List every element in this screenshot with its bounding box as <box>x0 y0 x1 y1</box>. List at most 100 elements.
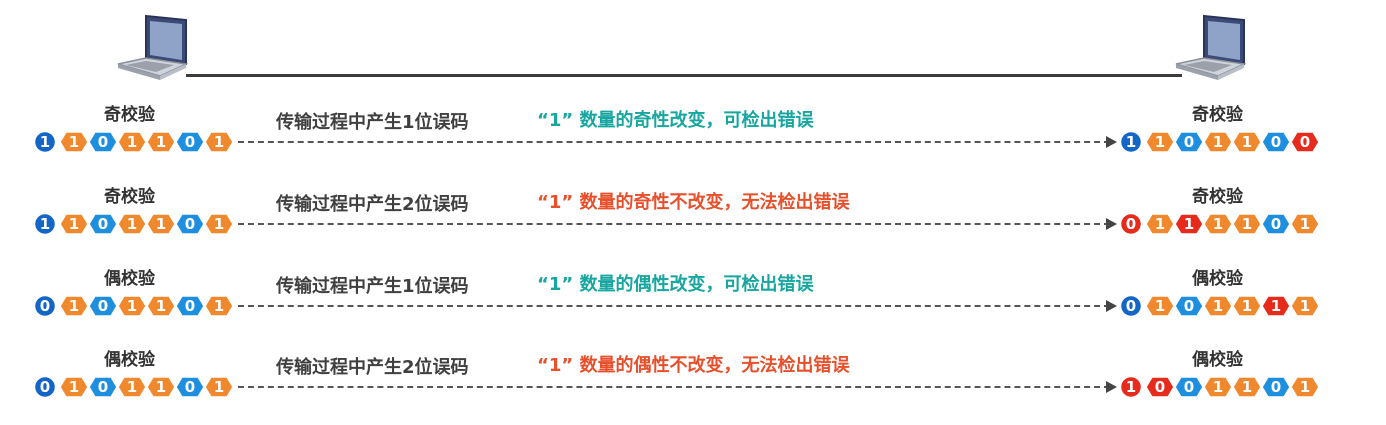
data-bit: 0 <box>88 295 118 317</box>
arrowhead-icon <box>1106 381 1117 393</box>
bit-value: 1 <box>126 297 138 315</box>
bit-value: 1 <box>1212 215 1224 233</box>
bit-value: 1 <box>213 297 225 315</box>
bit-value: 1 <box>1212 297 1224 315</box>
bit-value: 1 <box>213 378 225 396</box>
parity-bit: 1 <box>33 212 62 236</box>
data-bit: 1 <box>1232 295 1262 317</box>
data-bit: 1 <box>1290 213 1320 235</box>
receiver-check-label: 偶校验 <box>1192 350 1243 370</box>
bit-value: 0 <box>184 378 196 396</box>
bit-value: 1 <box>1212 133 1224 151</box>
bit-value: 1 <box>126 215 138 233</box>
data-bit: 0 <box>1174 376 1204 398</box>
bit-value: 1 <box>1241 378 1253 396</box>
bit-value: 1 <box>155 297 167 315</box>
result-text: “1” 数量的奇性不改变，无法检出错误 <box>537 192 850 213</box>
bit-value: 1 <box>1299 297 1311 315</box>
parity-bit: 0 <box>33 375 62 399</box>
process-text: 传输过程中产生1位误码 <box>276 112 469 133</box>
data-bit: 1 <box>117 131 147 153</box>
bit-value: 1 <box>155 215 167 233</box>
bit-value: 1 <box>1183 215 1195 233</box>
data-bit: 1 <box>1145 131 1175 153</box>
transmission-arrow <box>238 386 1110 388</box>
bit-value: 1 <box>1154 297 1166 315</box>
parity-bit-error: 1 <box>1119 375 1148 399</box>
data-bit: 0 <box>1174 131 1204 153</box>
bit-value: 1 <box>155 133 167 151</box>
bit-value: 0 <box>39 378 51 396</box>
bit-value: 1 <box>1299 378 1311 396</box>
result-text: “1” 数量的偶性改变，可检出错误 <box>537 274 814 295</box>
bit-value: 0 <box>1183 133 1195 151</box>
result-text: “1” 数量的奇性改变，可检出错误 <box>537 110 814 131</box>
data-bit: 1 <box>146 213 176 235</box>
bit-value: 0 <box>1270 133 1282 151</box>
data-bit: 0 <box>1174 295 1204 317</box>
bit-value: 1 <box>1299 215 1311 233</box>
bit-value: 1 <box>1270 297 1282 315</box>
bit-value: 0 <box>39 297 51 315</box>
data-bit: 1 <box>1232 213 1262 235</box>
bit-value: 0 <box>184 133 196 151</box>
bit-value: 1 <box>126 378 138 396</box>
process-text: 传输过程中产生2位误码 <box>276 357 469 378</box>
bit-value: 1 <box>39 133 51 151</box>
transmission-link <box>186 74 1182 77</box>
data-bit: 1 <box>117 213 147 235</box>
parity-bit-error: 0 <box>1119 212 1148 236</box>
data-bit: 1 <box>1232 131 1262 153</box>
arrowhead-icon <box>1106 136 1117 148</box>
data-bit: 1 <box>59 213 89 235</box>
data-bit: 0 <box>88 376 118 398</box>
sender-laptop-icon <box>116 14 194 86</box>
data-bit: 1 <box>1203 376 1233 398</box>
bit-value: 1 <box>155 378 167 396</box>
receiver-check-label: 奇校验 <box>1192 105 1243 125</box>
bit-value: 0 <box>1154 378 1166 396</box>
bit-value: 1 <box>1241 133 1253 151</box>
arrowhead-icon <box>1106 218 1117 230</box>
bit-value: 1 <box>39 215 51 233</box>
data-bit-error: 0 <box>1145 376 1175 398</box>
bit-value: 0 <box>97 133 109 151</box>
sender-check-label: 奇校验 <box>104 187 155 207</box>
arrowhead-icon <box>1106 300 1117 312</box>
bit-value: 1 <box>1125 133 1137 151</box>
transmission-arrow <box>238 141 1110 143</box>
data-bit: 0 <box>175 295 205 317</box>
bit-value: 1 <box>1125 378 1137 396</box>
transmission-arrow <box>238 223 1110 225</box>
data-bit: 1 <box>59 295 89 317</box>
data-bit: 0 <box>175 213 205 235</box>
data-bit: 1 <box>146 295 176 317</box>
bit-value: 0 <box>1270 378 1282 396</box>
bit-value: 1 <box>1154 133 1166 151</box>
data-bit: 1 <box>1203 213 1233 235</box>
parity-row: 奇校验 传输过程中产生1位误码 “1” 数量的奇性改变，可检出错误 奇校验 11… <box>0 100 1386 180</box>
bit-value: 0 <box>1125 297 1137 315</box>
result-text: “1” 数量的偶性不改变，无法检出错误 <box>537 355 850 376</box>
sender-check-label: 偶校验 <box>104 269 155 289</box>
bit-value: 0 <box>184 297 196 315</box>
process-text: 传输过程中产生2位误码 <box>276 194 469 215</box>
transmission-arrow <box>238 305 1110 307</box>
sender-check-label: 奇校验 <box>104 105 155 125</box>
data-bit: 1 <box>204 376 234 398</box>
parity-bit: 0 <box>1119 294 1148 318</box>
bit-value: 1 <box>1241 297 1253 315</box>
parity-row: 偶校验 传输过程中产生1位误码 “1” 数量的偶性改变，可检出错误 偶校验 01… <box>0 264 1386 344</box>
data-bit: 1 <box>204 295 234 317</box>
process-text: 传输过程中产生1位误码 <box>276 276 469 297</box>
receiver-laptop-icon <box>1174 14 1252 86</box>
data-bit: 1 <box>1290 376 1320 398</box>
bit-value: 0 <box>97 215 109 233</box>
bit-value: 1 <box>126 133 138 151</box>
sender-check-label: 偶校验 <box>104 350 155 370</box>
bit-value: 0 <box>1183 378 1195 396</box>
bit-value: 0 <box>184 215 196 233</box>
data-bit: 0 <box>1261 213 1291 235</box>
bit-value: 1 <box>68 215 80 233</box>
bit-value: 1 <box>1241 215 1253 233</box>
